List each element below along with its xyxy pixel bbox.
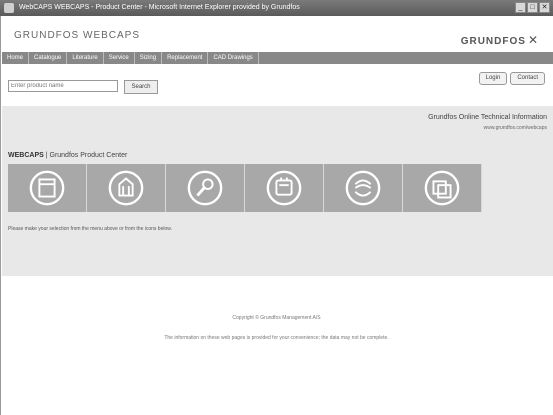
login-button[interactable]: Login [478,72,508,85]
sizing-icon [266,170,302,206]
window-titlebar: WebCAPS WEBCAPS - Product Center - Micro… [0,0,553,16]
close-button[interactable]: ✕ [539,2,550,13]
nav-item-catalogue[interactable]: Catalogue [29,52,68,64]
tile-literature[interactable] [87,164,166,212]
tile-sizing[interactable] [245,164,324,212]
header-actions: Login Contact [478,72,545,85]
selection-notice: Please make your selection from the menu… [8,226,172,232]
search-button[interactable]: Search [124,80,158,94]
browser-icon [4,3,14,13]
service-icon [187,170,223,206]
minimize-button[interactable]: _ [515,2,526,13]
nav-item-home[interactable]: Home [2,52,30,64]
logo-mark-icon: ✕ [527,33,539,47]
company-title: Grundfos Online Technical Information [428,114,547,121]
product-icon-row [8,164,482,212]
nav-item-cad-drawings[interactable]: CAD Drawings [208,52,259,64]
maximize-button[interactable]: □ [527,2,538,13]
footer-copyright: Copyright © Grundfos Management A/S [232,315,321,321]
catalogue-icon [29,170,65,206]
cad-drawings-icon [424,170,460,206]
nav-item-sizing[interactable]: Sizing [135,52,163,64]
nav-item-literature[interactable]: Literature [67,52,104,64]
literature-icon [108,170,144,206]
company-link[interactable]: www.grundfos.com/webcaps [484,125,547,131]
replacement-icon [345,170,381,206]
window-title: WebCAPS WEBCAPS - Product Center - Micro… [18,4,300,11]
logo-text: GRUNDFOS [460,36,526,47]
tile-catalogue[interactable] [8,164,87,212]
footer-disclaimer: The information on these web pages is pr… [164,335,389,341]
breadcrumb-current: Grundfos Product Center [49,152,128,159]
window-frame [0,16,1,415]
window-controls: _ □ ✕ [515,2,550,13]
breadcrumb-root[interactable]: WEBCAPS [8,152,44,159]
tile-replacement[interactable] [324,164,403,212]
main-nav: Home Catalogue Literature Service Sizing… [2,52,553,64]
tile-service[interactable] [166,164,245,212]
breadcrumb: WEBCAPS | Grundfos Product Center [8,152,127,159]
nav-item-service[interactable]: Service [104,52,135,64]
tile-cad-drawings[interactable] [403,164,482,212]
site-brand[interactable]: GRUNDFOS WEBCAPS [14,30,140,41]
search-input[interactable] [8,80,118,92]
contact-button[interactable]: Contact [510,72,545,85]
nav-item-replacement[interactable]: Replacement [162,52,209,64]
grundfos-logo[interactable]: GRUNDFOS ✕ [461,33,539,47]
